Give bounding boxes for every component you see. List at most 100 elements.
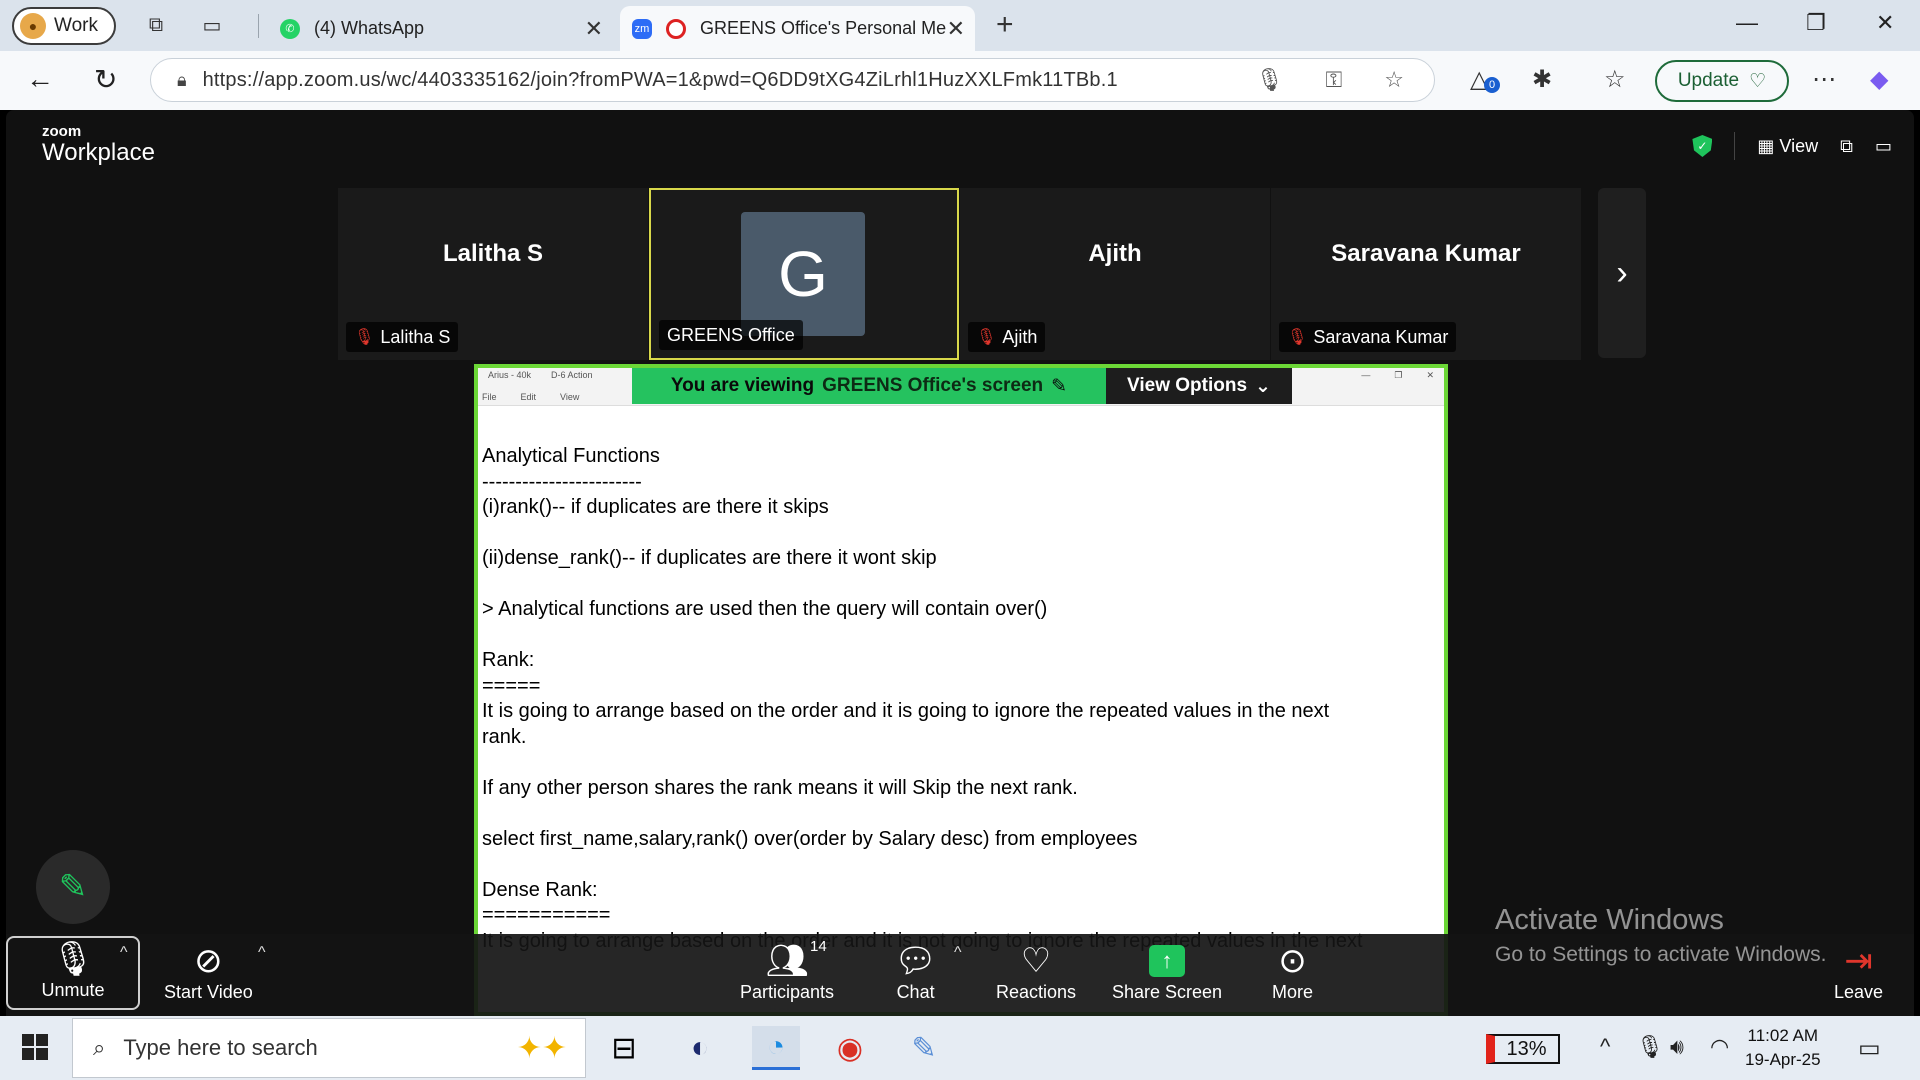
copilot-icon[interactable]: ◆ — [1870, 65, 1888, 94]
shared-restore-icon: ❐ — [1394, 370, 1403, 380]
show-hidden-icons-chevron-icon[interactable]: ^ — [1600, 1034, 1610, 1060]
restore-icon[interactable]: ❐ — [1806, 10, 1826, 36]
close-tab-icon[interactable]: ✕ — [947, 16, 965, 42]
whatsapp-icon: ✆ — [280, 18, 300, 39]
extensions-icon[interactable]: ✱ — [1532, 65, 1552, 94]
chat-label: Chat — [896, 982, 935, 1002]
edge-app-icon[interactable]: ◔ — [752, 1026, 800, 1070]
volume-icon[interactable]: 🔊︎ — [1670, 1034, 1684, 1060]
doc-blank — [482, 623, 1432, 649]
refresh-icon[interactable]: ↻ — [94, 63, 117, 96]
tab-zoom[interactable]: zm GREENS Office's Personal Me ✕ — [620, 6, 975, 51]
view-label: View — [1779, 135, 1819, 156]
more-options-icon[interactable]: ⋯ — [1812, 65, 1836, 94]
participant-name: Ajith — [1088, 240, 1142, 267]
url-text: https://app.zoom.us/wc/4403335162/join?f… — [202, 68, 1118, 91]
encryption-shield-icon[interactable]: ✓ — [1692, 135, 1713, 157]
more-button[interactable]: ⊙ More — [1272, 940, 1313, 1003]
minimize-icon[interactable]: — — [1736, 10, 1758, 36]
viewing-owner: GREENS Office's screen — [822, 375, 1044, 396]
avatar: G — [741, 212, 865, 336]
close-window-icon[interactable]: ✕ — [1876, 10, 1894, 36]
battery-indicator[interactable]: 13% — [1486, 1034, 1560, 1064]
notification-icon[interactable]: ▭ — [1858, 1034, 1881, 1063]
microphone-icon[interactable]: 🎙︎ — [1256, 67, 1284, 93]
unmute-label: Unmute — [41, 980, 105, 1000]
extension-badge: 0 — [1484, 77, 1500, 93]
microphone-tray-icon[interactable]: 🎙︎ — [1636, 1034, 1664, 1060]
shared-menu-item: Edit — [520, 392, 537, 402]
participant-tag-label: Lalitha S — [380, 326, 451, 347]
tab-whatsapp[interactable]: ✆ (4) WhatsApp ✕ — [268, 6, 613, 51]
doc-line: > Analytical functions are used then the… — [482, 598, 1048, 620]
start-video-label: Start Video — [164, 982, 253, 1002]
shared-document: Analytical Functions -------------------… — [482, 444, 1432, 954]
clock[interactable]: 11:02 AM 19-Apr-25 — [1745, 1024, 1821, 1072]
close-tab-icon[interactable]: ✕ — [585, 16, 603, 42]
share-screen-label: Share Screen — [1112, 982, 1223, 1002]
activate-windows-watermark: Activate Windows Go to Settings to activ… — [1495, 904, 1827, 967]
start-video-button[interactable]: ⊘ Start Video — [164, 940, 253, 1003]
new-tab-icon[interactable]: + — [996, 8, 1014, 42]
video-options-chevron-icon[interactable]: ^ — [258, 944, 266, 962]
mic-muted-icon: 🎙︎ — [1287, 329, 1308, 346]
chrome-app-icon[interactable]: ◉ — [826, 1026, 874, 1070]
mic-muted-icon: 🎙︎ — [976, 329, 997, 346]
task-view-icon[interactable]: ⊟ — [600, 1026, 648, 1070]
chat-options-chevron-icon[interactable]: ^ — [954, 944, 962, 962]
mic-muted-icon: 🎙︎ — [354, 329, 375, 346]
favorites-icon[interactable]: ☆ — [1604, 65, 1626, 94]
fullscreen-icon[interactable]: ▭ — [1875, 136, 1892, 157]
extension-shapes-icon[interactable]: △ 0 — [1470, 65, 1500, 94]
tab-title: GREENS Office's Personal Me — [700, 18, 947, 38]
shared-minimize-icon: — — [1361, 370, 1371, 380]
leave-button[interactable]: ⇥ Leave — [1834, 940, 1883, 1003]
address-bar[interactable]: 🔒︎ https://app.zoom.us/wc/4403335162/joi… — [150, 58, 1435, 102]
workspaces-icon[interactable]: ⧉ — [140, 10, 172, 42]
participant-tile[interactable]: Saravana Kumar 🎙︎ Saravana Kumar — [1271, 188, 1581, 360]
battery-label: 13% — [1506, 1037, 1547, 1060]
viewing-prefix: You are viewing — [670, 375, 815, 396]
participant-tile[interactable]: Lalitha S 🎙︎ Lalitha S — [338, 188, 648, 360]
audio-options-chevron-icon[interactable]: ^ — [120, 944, 128, 962]
view-button[interactable]: ▦ View — [1757, 136, 1818, 157]
back-icon[interactable]: ← — [26, 63, 54, 95]
wifi-icon[interactable]: ◠ — [1710, 1034, 1729, 1060]
tab-actions-icon[interactable]: ▭ — [196, 10, 228, 42]
password-key-icon[interactable]: ⚿ — [1326, 67, 1343, 93]
popout-icon[interactable]: ⧉ — [1840, 136, 1853, 157]
shared-screen[interactable]: Arius - 40k D-6 Action File Edit View — ❐… — [474, 364, 1448, 1016]
annotate-pencil-icon[interactable]: ✎ — [36, 850, 110, 924]
favorite-star-icon[interactable]: ☆ — [1384, 67, 1404, 93]
paint-app-icon[interactable]: ✎ — [900, 1026, 948, 1070]
shared-tab: D-6 Action — [551, 370, 593, 380]
participant-tag-label: Saravana Kumar — [1313, 326, 1449, 347]
search-placeholder: Type here to search — [123, 1035, 318, 1060]
heart-icon: ♡ — [1020, 942, 1052, 980]
tab-separator — [258, 14, 259, 38]
chevron-right-icon[interactable]: › — [1598, 188, 1646, 358]
chat-icon: 💬︎ — [894, 942, 938, 980]
profile-label: Work — [54, 14, 98, 36]
clock-date: 19-Apr-25 — [1745, 1050, 1821, 1069]
brand-small: zoom — [42, 123, 82, 140]
annotate-pen-icon: ✎ — [1051, 375, 1068, 397]
participant-tile[interactable]: Ajith 🎙︎ Ajith — [960, 188, 1270, 360]
participant-tag: 🎙︎ Ajith — [968, 322, 1046, 352]
share-screen-button[interactable]: ↑ Share Screen — [1112, 940, 1222, 1003]
participants-icon: 👥︎ — [765, 942, 809, 980]
view-options-button[interactable]: View Options ⌄ — [1106, 368, 1292, 404]
video-off-icon: ⊘ — [194, 942, 223, 980]
taskbar-search[interactable]: ⌕ Type here to search ✦✦ — [72, 1018, 586, 1078]
profile-button[interactable]: ● Work — [12, 6, 116, 45]
windows-start-icon[interactable] — [22, 1034, 48, 1060]
update-button[interactable]: Update ♡ — [1655, 60, 1789, 102]
reactions-button[interactable]: ♡ Reactions — [996, 940, 1076, 1003]
participants-label: Participants — [740, 982, 835, 1002]
reactions-label: Reactions — [996, 982, 1077, 1002]
watermark-line: Activate Windows — [1495, 904, 1724, 936]
participant-tile-active[interactable]: G GREENS Office — [649, 188, 959, 360]
chat-button[interactable]: 💬︎ Chat — [894, 940, 937, 1003]
eclipse-app-icon[interactable]: ◐ — [676, 1026, 724, 1070]
tab-title: (4) WhatsApp — [314, 18, 425, 38]
